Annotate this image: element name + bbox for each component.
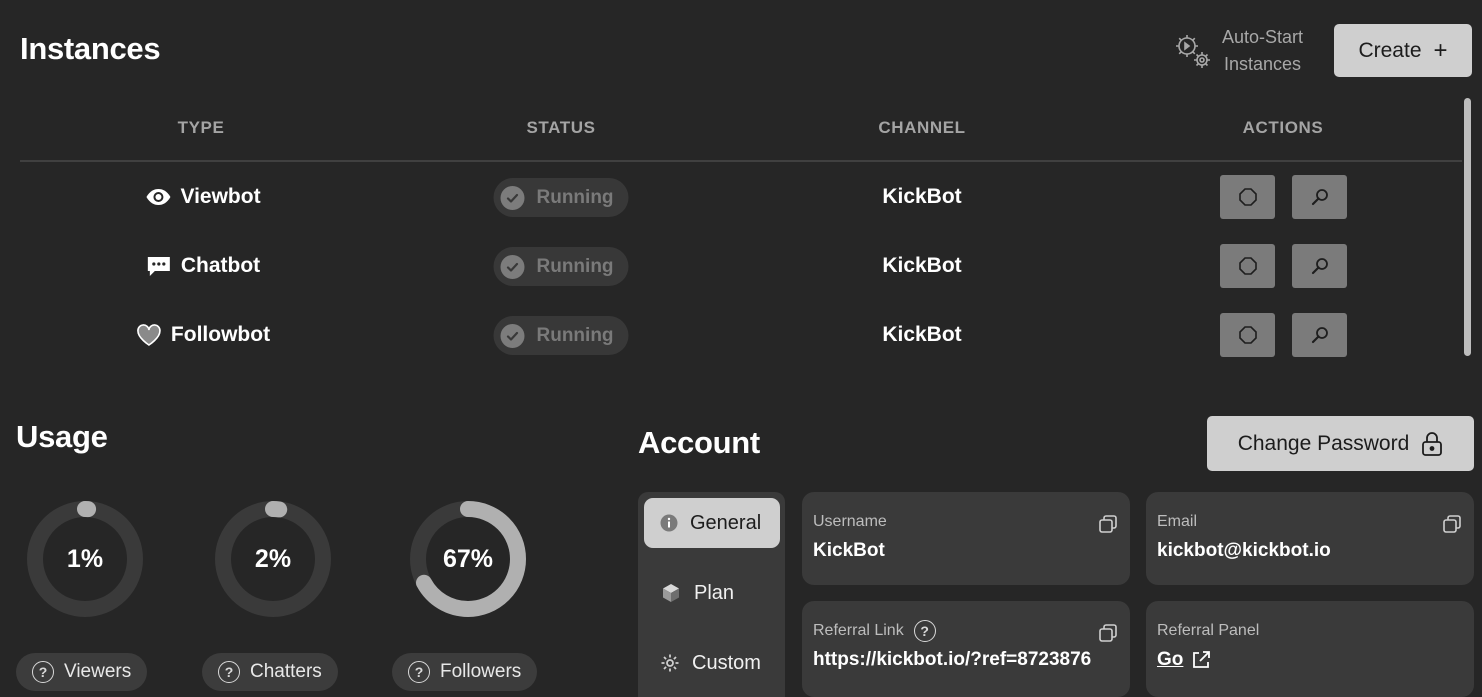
followers-info-pill[interactable]: ? Followers: [392, 653, 538, 691]
question-icon: ?: [218, 661, 240, 683]
referral-panel-label: Referral Panel: [1157, 622, 1260, 639]
username-card: Username KickBot: [802, 492, 1130, 585]
referral-link-value: https://kickbot.io/?ref=8723876: [813, 649, 1092, 670]
eye-icon: [146, 189, 171, 205]
channel-name: KickBot: [882, 185, 962, 208]
nav-item-custom[interactable]: Custom: [644, 638, 780, 688]
stop-octagon-icon: [1238, 326, 1257, 344]
stop-button[interactable]: [1220, 244, 1275, 288]
instance-type: Followbot: [136, 313, 270, 357]
email-value: kickbot@kickbot.io: [1157, 540, 1331, 561]
chat-bubble-icon: [147, 257, 170, 276]
status-label: Running: [536, 324, 614, 346]
chatters-label: Chatters: [250, 661, 322, 682]
magnifier-icon: [1311, 327, 1328, 344]
column-header-type: TYPE: [177, 118, 225, 137]
viewers-percent: 1%: [66, 544, 104, 573]
stop-button[interactable]: [1220, 313, 1275, 357]
stop-octagon-icon: [1238, 188, 1257, 206]
nav-label: General: [690, 511, 762, 534]
column-header-status: STATUS: [526, 118, 596, 137]
heart-icon: [137, 324, 161, 346]
nav-item-general[interactable]: General: [644, 498, 780, 548]
chatters-info-pill[interactable]: ? Chatters: [202, 653, 338, 691]
viewers-info-pill[interactable]: ? Viewers: [16, 653, 148, 691]
status-label: Running: [536, 255, 614, 277]
copy-icon[interactable]: [1442, 514, 1462, 534]
nav-item-plan[interactable]: Plan: [644, 568, 780, 618]
nav-label: Custom: [692, 651, 761, 674]
stop-button[interactable]: [1220, 175, 1275, 219]
change-password-button[interactable]: Change Password: [1207, 416, 1474, 471]
info-icon: [660, 514, 678, 532]
chatters-donut: 2%: [214, 500, 332, 618]
channel-name: KickBot: [882, 323, 962, 346]
instance-type: Viewbot: [145, 175, 261, 219]
question-icon: ?: [32, 661, 54, 683]
plus-icon: +: [1433, 36, 1448, 64]
referral-link-label: Referral Link: [813, 622, 904, 639]
auto-start-label-line1: Auto-Start: [1222, 27, 1304, 47]
channel-name: KickBot: [882, 254, 962, 277]
instance-type-label: Followbot: [170, 323, 271, 346]
usage-title: Usage: [16, 419, 108, 454]
instance-row: Viewbot Running KickBot: [20, 175, 1462, 225]
create-button[interactable]: Create +: [1334, 24, 1472, 77]
go-link-label: Go: [1157, 649, 1184, 670]
email-label: Email: [1157, 513, 1198, 530]
referral-panel-card: Referral Panel Go: [1146, 601, 1474, 697]
column-header-actions: ACTIONS: [1242, 118, 1324, 137]
auto-start-label-line2: Instances: [1224, 54, 1302, 74]
gear-icon: [661, 654, 679, 672]
instances-scrollbar[interactable]: [1464, 98, 1471, 356]
username-label: Username: [813, 513, 887, 530]
instance-type-label: Chatbot: [180, 254, 261, 277]
inspect-button[interactable]: [1292, 313, 1347, 357]
create-button-label: Create: [1358, 38, 1422, 62]
followers-percent: 67%: [442, 544, 494, 573]
followers-donut: 67%: [409, 500, 527, 618]
username-value: KickBot: [813, 540, 885, 561]
status-badge: Running: [493, 316, 629, 355]
status-badge: Running: [493, 247, 629, 286]
check-circle-icon: [500, 323, 525, 348]
referral-panel-go-link[interactable]: Go: [1157, 649, 1212, 671]
followers-label: Followers: [440, 661, 522, 682]
check-circle-icon: [500, 185, 525, 210]
viewers-donut: 1%: [26, 500, 144, 618]
status-label: Running: [536, 186, 614, 208]
nav-label: Plan: [694, 581, 735, 604]
status-badge: Running: [493, 178, 629, 217]
auto-start-instances-button[interactable]: Auto-Start Instances: [1172, 24, 1303, 78]
inspect-button[interactable]: [1292, 244, 1347, 288]
cube-icon: [663, 584, 679, 602]
email-card: Email kickbot@kickbot.io: [1146, 492, 1474, 585]
instance-type: Chatbot: [146, 244, 260, 288]
lock-icon: [1422, 431, 1443, 456]
instance-row: Followbot Running KickBot: [20, 313, 1462, 363]
instance-row: Chatbot Running KickBot: [20, 244, 1462, 294]
viewers-label: Viewers: [64, 661, 132, 682]
chatters-percent: 2%: [254, 544, 292, 573]
account-title: Account: [638, 425, 760, 460]
change-password-label: Change Password: [1237, 431, 1410, 455]
copy-icon[interactable]: [1098, 623, 1118, 643]
copy-icon[interactable]: [1098, 514, 1118, 534]
referral-link-label-row: Referral Link ?: [813, 620, 1118, 642]
magnifier-icon: [1311, 189, 1328, 206]
stop-octagon-icon: [1238, 257, 1257, 275]
gears-play-icon: [1176, 35, 1210, 68]
instances-title: Instances: [20, 31, 161, 66]
question-icon: ?: [408, 661, 430, 683]
column-header-channel: CHANNEL: [878, 118, 966, 137]
instance-type-label: Viewbot: [180, 185, 261, 208]
inspect-button[interactable]: [1292, 175, 1347, 219]
external-link-icon: [1193, 651, 1211, 668]
instances-table-header: TYPE STATUS CHANNEL ACTIONS: [20, 118, 1462, 162]
question-icon[interactable]: ?: [913, 620, 936, 642]
check-circle-icon: [500, 254, 525, 279]
account-nav: General Plan Custom: [638, 492, 785, 697]
magnifier-icon: [1311, 258, 1328, 275]
referral-link-card: Referral Link ? https://kickbot.io/?ref=…: [802, 601, 1130, 697]
